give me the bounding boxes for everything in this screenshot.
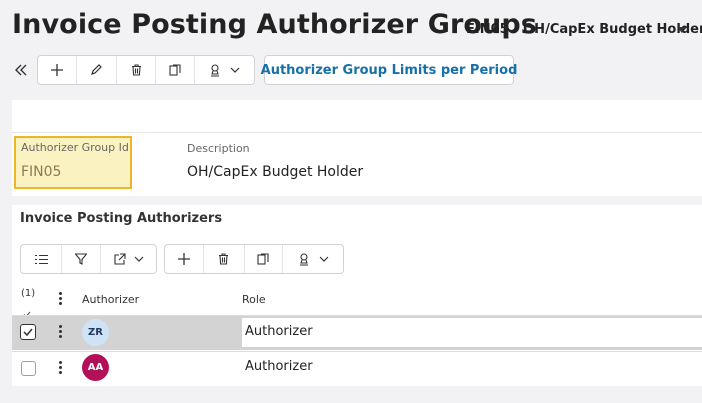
role-cell[interactable]: Authorizer (245, 359, 313, 374)
list-view-button[interactable] (21, 245, 62, 273)
section-title: Invoice Posting Authorizers (20, 211, 223, 226)
row-checkbox-checked[interactable] (20, 324, 36, 340)
row-kebab-icon[interactable] (58, 325, 62, 338)
column-header-authorizer[interactable]: Authorizer (82, 293, 139, 306)
list-icon (34, 254, 48, 264)
trash-icon (131, 64, 141, 76)
filter-icon (75, 253, 87, 265)
new-button[interactable] (38, 56, 77, 84)
filter-button[interactable] (62, 245, 101, 273)
row-checkbox[interactable] (21, 361, 36, 376)
chevron-down-icon (319, 256, 329, 262)
row-kebab-icon[interactable] (58, 361, 62, 374)
list-toolbar-right (164, 244, 344, 274)
chevron-down-icon (230, 67, 240, 73)
duplicate-row-button[interactable] (245, 245, 284, 273)
record-selector[interactable]: FIN05 - OH/CapEx Budget Holder (466, 22, 702, 37)
delete-row-button[interactable] (204, 245, 245, 273)
page-title: Invoice Posting Authorizer Groups (12, 9, 537, 40)
avatar[interactable]: ZR (82, 319, 109, 346)
pencil-icon (91, 64, 103, 75)
duplicate-button[interactable] (156, 56, 195, 84)
actions-menu-button[interactable] (195, 56, 254, 84)
role-cell[interactable]: Authorizer (245, 324, 313, 339)
delete-button[interactable] (117, 56, 156, 84)
header-panel-top (12, 100, 702, 133)
list-toolbar-left (20, 244, 157, 274)
stamp-icon (300, 252, 309, 266)
checkmark-icon (23, 328, 33, 337)
chevron-down-icon (134, 256, 143, 262)
column-header-role[interactable]: Role (242, 293, 266, 306)
group-id-label: Authorizer Group Id (21, 141, 129, 154)
edit-button[interactable] (77, 56, 118, 84)
trash-icon (219, 253, 229, 265)
copy-icon (257, 253, 269, 265)
header-kebab-icon[interactable] (58, 292, 62, 305)
copy-icon (169, 64, 181, 76)
export-menu-button[interactable] (101, 245, 156, 273)
record-toolbar (37, 55, 255, 85)
plus-icon (50, 64, 63, 76)
collapse-navigator-icon[interactable] (14, 62, 28, 76)
plus-icon (177, 253, 190, 265)
description-label: Description (187, 142, 250, 155)
group-id-value: FIN05 (21, 164, 62, 180)
avatar[interactable]: AA (82, 354, 109, 381)
selection-count: (1) (21, 288, 36, 299)
add-row-button[interactable] (165, 245, 204, 273)
stamp-icon (211, 63, 220, 77)
description-value[interactable]: OH/CapEx Budget Holder (187, 164, 363, 180)
authorizer-name-cell (112, 318, 240, 347)
table-row[interactable] (12, 351, 702, 386)
row-actions-menu-button[interactable] (283, 245, 343, 273)
authorizer-group-limits-button[interactable]: Authorizer Group Limits per Period (261, 55, 517, 85)
caret-down-icon[interactable] (677, 27, 687, 33)
share-icon (113, 253, 126, 265)
